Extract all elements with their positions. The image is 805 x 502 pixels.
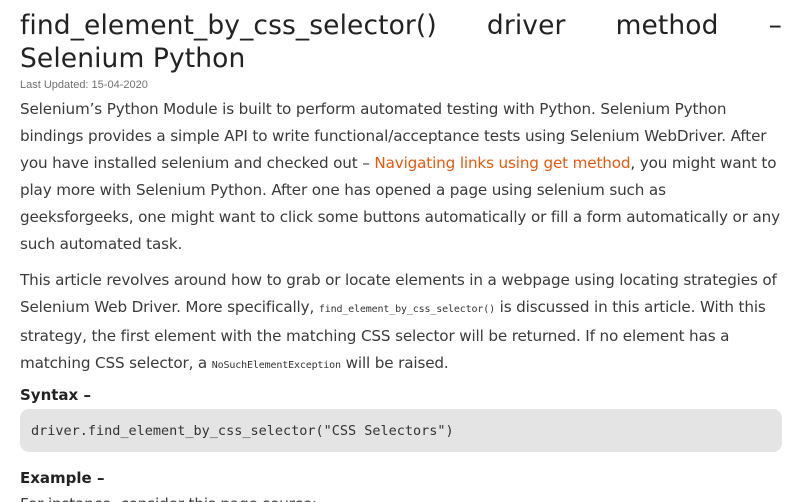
syntax-heading: Syntax – bbox=[20, 386, 91, 404]
syntax-code-block: driver.find_element_by_css_selector("CSS… bbox=[20, 409, 782, 452]
inline-code-method: find_element_by_css_selector() bbox=[318, 304, 495, 315]
syntax-code-text: driver.find_element_by_css_selector("CSS… bbox=[31, 422, 454, 439]
inline-code-exception: NoSuchElementException bbox=[211, 360, 341, 371]
description-paragraph: This article revolves around how to grab… bbox=[20, 267, 782, 379]
description-text-3: will be raised. bbox=[340, 354, 449, 372]
example-paragraph: For instance, consider this page source: bbox=[20, 491, 782, 502]
navigating-links-link[interactable]: Navigating links using get method bbox=[374, 154, 630, 172]
last-updated-date: Last Updated: 15-04-2020 bbox=[20, 79, 148, 91]
example-heading: Example – bbox=[20, 469, 105, 487]
article-content: find_element_by_css_selector() driver me… bbox=[0, 9, 805, 502]
intro-paragraph: Selenium’s Python Module is built to per… bbox=[20, 96, 782, 258]
article-title: find_element_by_css_selector() driver me… bbox=[20, 10, 782, 74]
